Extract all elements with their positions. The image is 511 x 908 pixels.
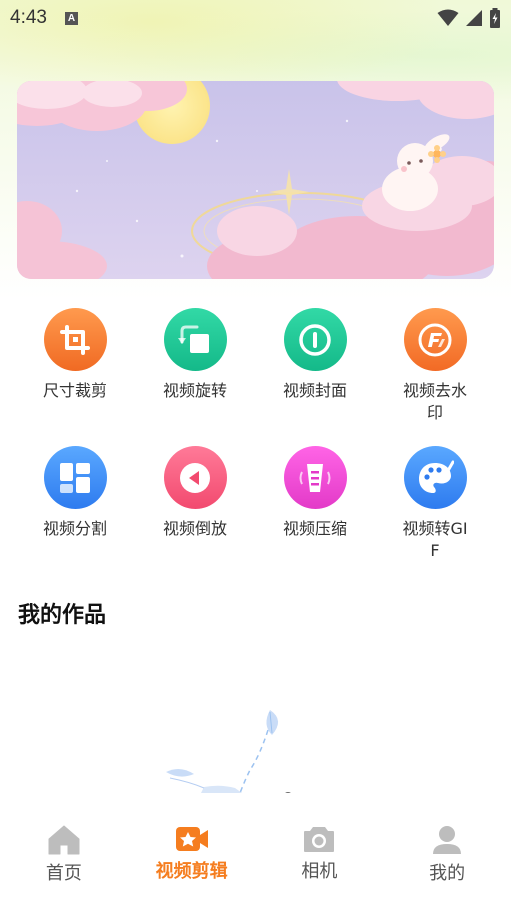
reverse-icon [163,446,227,509]
empty-state-illustration [166,710,293,795]
nav-label: 相机 [301,861,338,882]
tool-label: 视频倒放 [162,519,227,538]
nav-label: 我的 [429,863,466,884]
tools-grid: 尺寸裁剪 视频旋转 视频封面 视频去水印 视频分割 视频倒放 视频压缩 视频转G… [15,308,495,562]
notification-icon: A [64,11,78,25]
tool-label: 尺寸裁剪 [42,381,107,400]
cover-icon [283,308,347,371]
tool-label: 视频去水印 [402,381,467,422]
status-icons [437,8,501,28]
battery-icon [490,8,500,28]
tool-label: 视频分割 [42,519,107,538]
nav-item-profile[interactable]: 我的 [383,793,511,908]
rotate-icon [163,308,227,371]
split-icon [43,446,107,509]
tool-to-gif[interactable]: 视频转GIF [375,446,495,562]
tool-split[interactable]: 视频分割 [15,446,135,562]
tool-reverse[interactable]: 视频倒放 [135,446,255,562]
video-edit-icon [175,827,208,851]
video-edit-screen: 4:43 A 尺寸裁剪 视频旋转 视频封面 视频去水印 视频分割 视频倒放 视频… [0,0,511,908]
tool-compress[interactable]: 视频压缩 [255,446,375,562]
watermark-remove-icon [403,308,467,371]
crop-icon [43,308,107,371]
nav-item-video-edit[interactable]: 视频剪辑 [128,793,256,908]
wifi-icon [437,9,459,26]
tool-label: 视频压缩 [282,519,347,538]
gif-icon [403,446,467,509]
banner-illustration [17,81,494,279]
profile-icon [433,826,462,854]
tool-rotate[interactable]: 视频旋转 [135,308,255,424]
camera-icon [304,827,335,852]
home-icon [48,825,80,855]
cellular-signal-icon [466,10,482,26]
status-bar: 4:43 A [0,0,511,36]
tool-cover[interactable]: 视频封面 [255,308,375,424]
bottom-nav: 首页 视频剪辑 相机 我的 [0,793,511,908]
tool-remove-watermark[interactable]: 视频去水印 [375,308,495,424]
tool-label: 视频封面 [282,381,347,400]
promo-banner[interactable] [17,81,494,279]
section-title: 我的作品 [18,603,107,628]
nav-label: 视频剪辑 [155,861,228,882]
nav-label: 首页 [45,863,82,884]
nav-item-home[interactable]: 首页 [0,793,128,908]
nav-item-camera[interactable]: 相机 [256,793,384,908]
tool-label: 视频旋转 [162,381,227,400]
tool-label: 视频转GIF [402,519,468,560]
status-time: 4:43 [10,7,47,28]
tool-crop[interactable]: 尺寸裁剪 [15,308,135,424]
compress-icon [283,446,347,509]
